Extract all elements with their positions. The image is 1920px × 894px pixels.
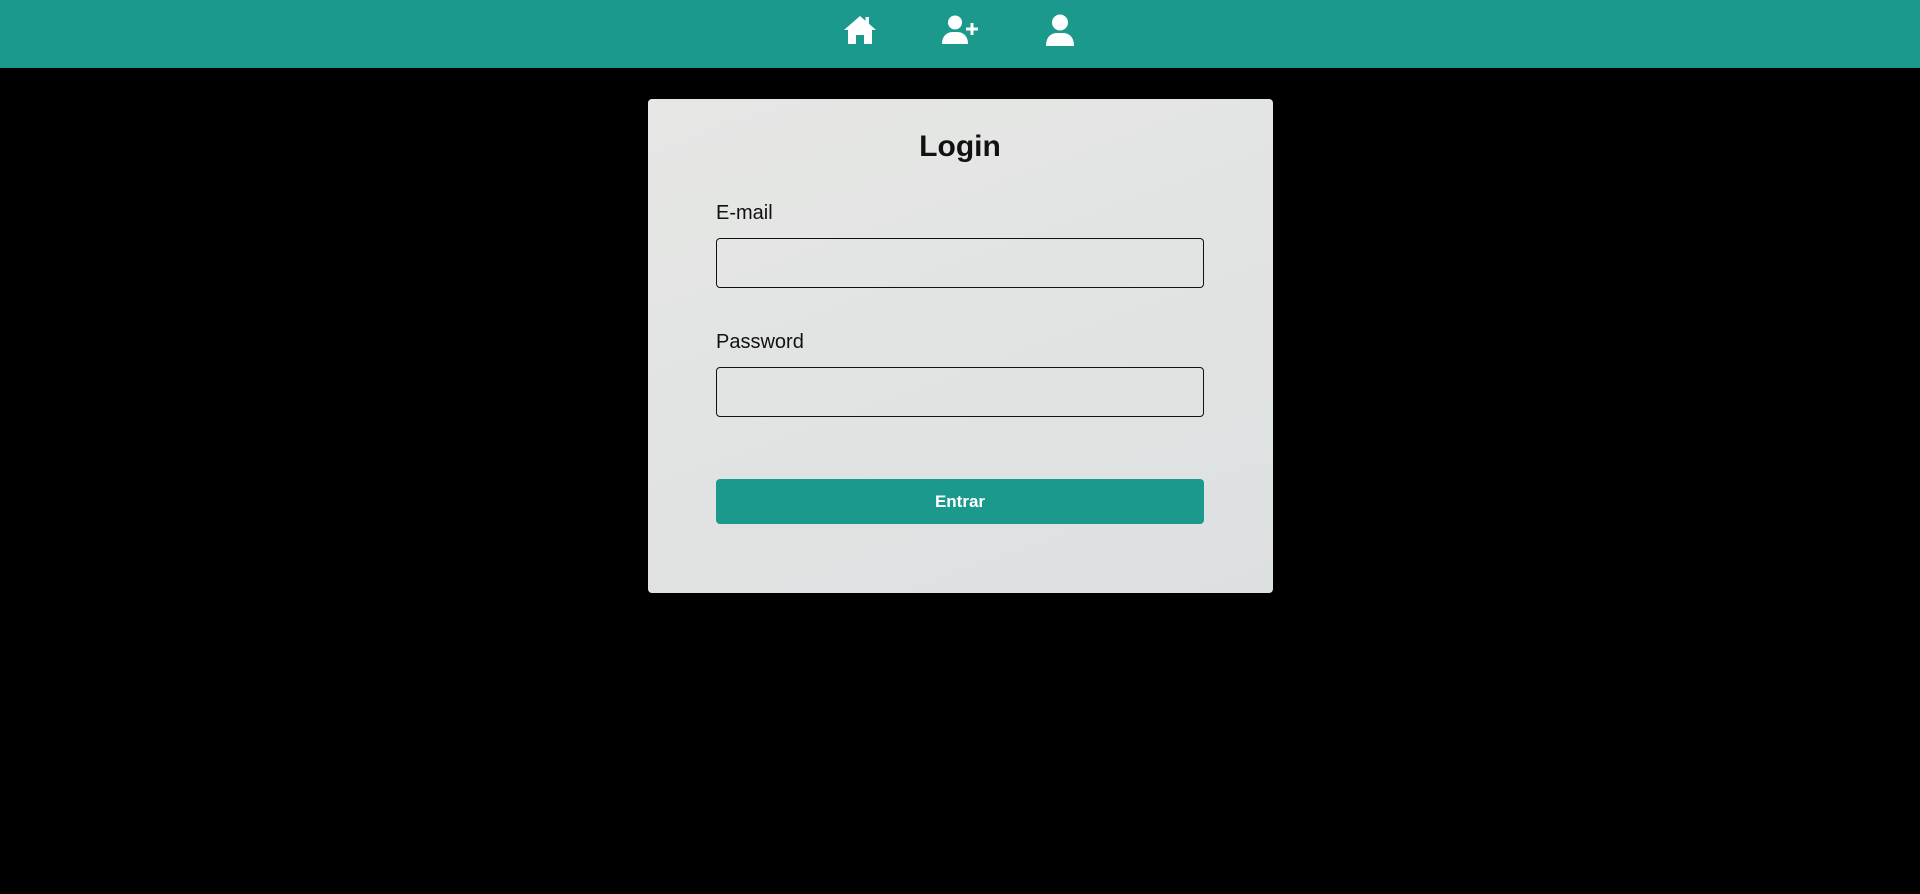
user-plus-icon[interactable]: [942, 14, 978, 46]
email-field[interactable]: [716, 238, 1204, 288]
login-title: Login: [919, 130, 1001, 163]
email-label: E-mail: [716, 202, 773, 224]
top-navbar: [0, 0, 1920, 68]
password-field[interactable]: [716, 367, 1204, 417]
home-icon[interactable]: [843, 14, 877, 46]
user-icon[interactable]: [1044, 14, 1076, 46]
password-label: Password: [716, 331, 804, 353]
login-submit-button[interactable]: Entrar: [716, 479, 1204, 524]
